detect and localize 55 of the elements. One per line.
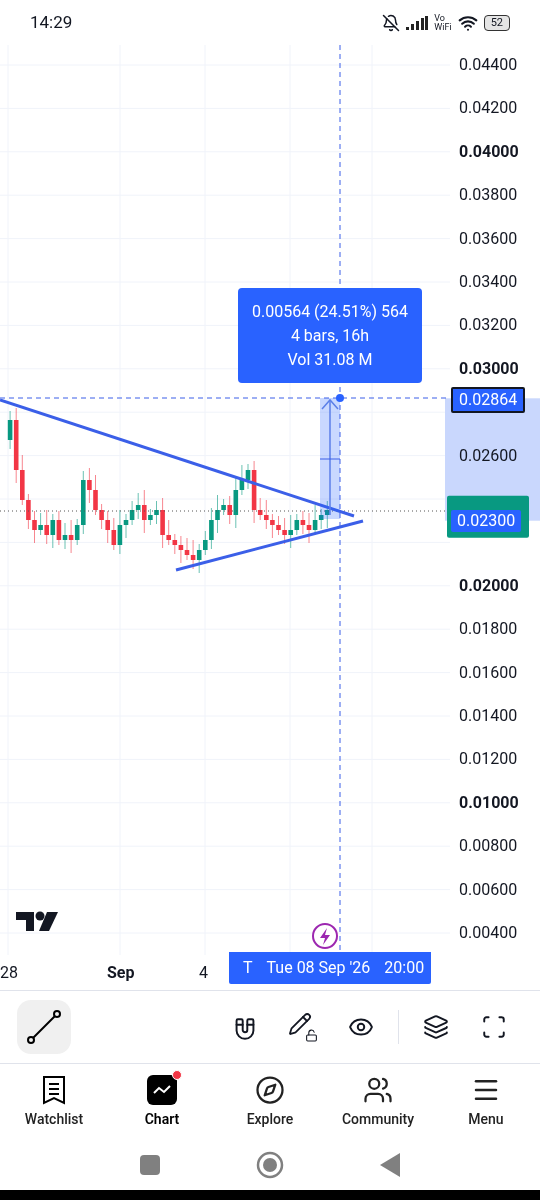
- price-axis-label: 0.03800: [459, 185, 518, 206]
- vowifi-label: WiFi: [434, 22, 452, 32]
- price-tag: 0.02864: [451, 387, 526, 414]
- lightning-icon: [312, 923, 338, 949]
- price-axis-label: 0.03600: [459, 228, 518, 249]
- time-tag-date: Tue 08 Sep '26: [266, 957, 371, 979]
- compass-icon: [255, 1074, 285, 1105]
- price-axis-label: 0.00400: [459, 923, 518, 943]
- price-axis-label: 0.01000: [459, 792, 519, 813]
- price-axis-label: 0.02600: [459, 445, 518, 466]
- vowifi-label: Vo: [434, 13, 446, 23]
- nav-tab[interactable]: Explore: [216, 1064, 324, 1140]
- measure-midline: [319, 458, 341, 460]
- nav-tab[interactable]: Menu: [432, 1064, 540, 1140]
- toolbar-button[interactable]: [17, 1000, 71, 1054]
- nav-tab[interactable]: Community: [324, 1064, 432, 1140]
- nav-tab[interactable]: Watchlist: [0, 1064, 108, 1140]
- price-axis-label: 0.00600: [459, 879, 518, 900]
- nav-tab[interactable]: Chart: [108, 1064, 216, 1140]
- watchlist-icon: [41, 1074, 67, 1105]
- recents-button[interactable]: [140, 1155, 160, 1175]
- tradingview-logo: [16, 911, 58, 931]
- line-tool-icon: [26, 1009, 62, 1045]
- time-axis-label: Sep: [107, 961, 135, 984]
- price-tag: 0.02300: [451, 509, 522, 532]
- signal-icon: [406, 15, 429, 30]
- price-axis-label: 0.00800: [459, 836, 518, 857]
- price-axis-label: 0.03200: [459, 315, 518, 336]
- layers-icon: [423, 1014, 449, 1040]
- pencil-lock-icon: [288, 1012, 318, 1042]
- price-axis-label: 0.01200: [459, 749, 518, 770]
- measure-text: 0.00564 (24.51%) 564: [251, 300, 408, 323]
- home-button[interactable]: [256, 1151, 284, 1179]
- price-axis-label: 0.01400: [459, 706, 518, 726]
- time-axis-label: 28: [0, 961, 18, 984]
- anchor-point: [336, 394, 344, 402]
- back-button[interactable]: [380, 1153, 400, 1177]
- mute-icon: [382, 13, 401, 32]
- price-axis-label: 0.01800: [459, 619, 518, 640]
- price-axis-label: 0.04000: [459, 141, 519, 162]
- price-axis-label: 0.01600: [459, 662, 518, 683]
- price-axis-label: 0.03400: [459, 272, 518, 292]
- status-time: 14:29: [30, 10, 73, 34]
- price-axis-label: 0.02000: [459, 575, 519, 596]
- measure-text: Vol 31.08 M: [287, 348, 373, 371]
- price-axis-label: 0.04200: [459, 98, 518, 119]
- price-axis-label: 0.03000: [459, 358, 519, 379]
- time-tag-time: 20:00: [384, 957, 425, 979]
- measure-text: 4 bars, 16h: [290, 324, 370, 347]
- fullscreen-icon: [481, 1014, 507, 1040]
- price-axis-label: 0.04400: [459, 55, 518, 75]
- battery-indicator: 52: [483, 14, 510, 31]
- time-axis-label: 4: [199, 961, 208, 984]
- chart-icon: [147, 1074, 177, 1105]
- time-tag-prefix: T: [243, 957, 253, 979]
